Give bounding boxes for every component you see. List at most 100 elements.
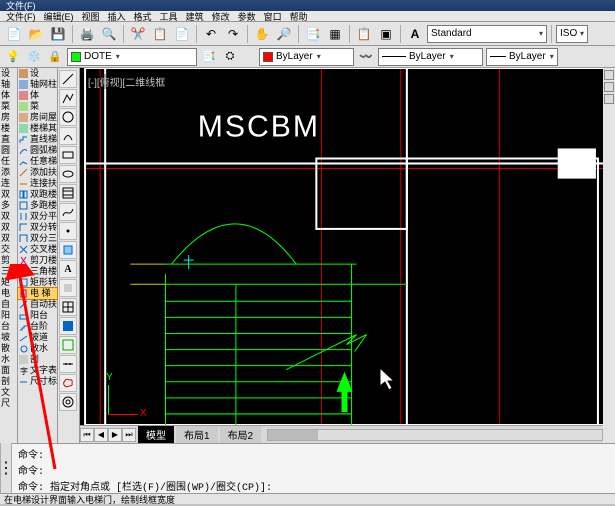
cat-item[interactable]: 双 <box>0 189 17 200</box>
layer-combo[interactable]: DOTE ▾ <box>67 48 197 66</box>
command-window[interactable]: 命令: 命令: 命令: 指定对角点或 [栏选(F)/圈围(WP)/圈交(CP)]… <box>12 443 615 493</box>
tab-layout1[interactable]: 布局1 <box>176 426 218 443</box>
print-icon[interactable]: 🖨️ <box>77 24 97 44</box>
tool-cross-stair[interactable]: 交叉楼梯 <box>18 244 57 255</box>
cat-item[interactable]: 双 <box>0 233 17 244</box>
text-tool-icon[interactable]: A <box>59 260 77 278</box>
tab-nav-first[interactable]: ⏮ <box>80 428 94 442</box>
linetype-icon[interactable]: 〰️ <box>357 48 375 66</box>
tool-escalator[interactable]: 自动扶梯 <box>18 299 57 310</box>
tool-multi-run[interactable]: 多跑楼梯 <box>18 200 57 211</box>
redo-icon[interactable]: ↷ <box>223 24 243 44</box>
tool-elevator[interactable]: 电 梯 <box>18 288 57 299</box>
cat-item[interactable]: 坡 <box>0 332 17 343</box>
menu-insert[interactable]: 插入 <box>108 10 126 23</box>
new-icon[interactable]: 📄 <box>4 24 24 44</box>
table-icon[interactable] <box>59 298 77 316</box>
polyline-icon[interactable] <box>59 89 77 107</box>
cat-item[interactable]: 连 <box>0 178 17 189</box>
block-icon[interactable]: ▣ <box>376 24 396 44</box>
cut-icon[interactable]: ✂️ <box>128 24 148 44</box>
tool-setup[interactable]: 设 <box>18 68 57 79</box>
cat-item[interactable]: 电 <box>0 288 17 299</box>
cat-item[interactable]: 尺 <box>0 398 17 409</box>
menu-param[interactable]: 参数 <box>238 10 256 23</box>
menu-help[interactable]: 帮助 <box>290 10 308 23</box>
menu-tools[interactable]: 工具 <box>160 10 178 23</box>
tool-triangle-stair[interactable]: 三角楼梯 <box>18 266 57 277</box>
divide-icon[interactable] <box>59 355 77 373</box>
save-icon[interactable]: 💾 <box>48 24 68 44</box>
menu-edit[interactable]: 编辑(E) <box>44 10 74 23</box>
tool-stair-misc[interactable]: 楼梯其他 <box>18 123 57 134</box>
cat-item[interactable]: 任 <box>0 156 17 167</box>
rect-icon[interactable] <box>59 146 77 164</box>
cat-item[interactable]: 矩 <box>0 277 17 288</box>
ellipse-icon[interactable] <box>59 165 77 183</box>
tool-room-roof[interactable]: 房间屋顶 <box>18 112 57 123</box>
cat-item[interactable]: 房 <box>0 112 17 123</box>
tool-menu[interactable]: 菜 <box>18 101 57 112</box>
cat-item[interactable]: 双 <box>0 211 17 222</box>
tab-layout2[interactable]: 布局2 <box>220 426 262 443</box>
tool-straight-stair[interactable]: 直线梯段 <box>18 134 57 145</box>
tool-add-handrail[interactable]: 添加扶手 <box>18 167 57 178</box>
block-insert-icon[interactable] <box>59 241 77 259</box>
h-scrollbar[interactable] <box>267 428 603 442</box>
tool-dual-run[interactable]: 双跑楼梯 <box>18 189 57 200</box>
tool-arc-stair[interactable]: 圆弧梯段 <box>18 145 57 156</box>
tool-balcony[interactable]: 阳台 <box>18 310 57 321</box>
cat-item[interactable]: 设 <box>0 68 17 79</box>
textstyle-combo[interactable]: Standard ▾ <box>427 25 547 43</box>
circle-icon[interactable] <box>59 108 77 126</box>
cat-item[interactable]: 双 <box>0 222 17 233</box>
paste-icon[interactable]: 📄 <box>172 24 192 44</box>
menu-modify[interactable]: 修改 <box>212 10 230 23</box>
navwheel-icon[interactable] <box>604 82 614 92</box>
lineweight-combo[interactable]: ByLayer ▾ <box>486 48 558 66</box>
tool-any-stair[interactable]: 任意梯段 <box>18 156 57 167</box>
cat-item[interactable]: 交 <box>0 244 17 255</box>
cat-item[interactable]: 台 <box>0 321 17 332</box>
tool-ramp[interactable]: 坡道 <box>18 332 57 343</box>
grid-icon[interactable]: ▦ <box>325 24 345 44</box>
spline-icon[interactable] <box>59 203 77 221</box>
undo-icon[interactable]: ↶ <box>201 24 221 44</box>
cat-item[interactable]: 剪 <box>0 255 17 266</box>
tab-nav-prev[interactable]: ◀ <box>94 428 108 442</box>
arc-icon[interactable] <box>59 127 77 145</box>
cat-item[interactable]: 散 <box>0 343 17 354</box>
tool-steps[interactable]: 台阶 <box>18 321 57 332</box>
boundary-icon[interactable] <box>59 336 77 354</box>
hatch-icon[interactable] <box>59 184 77 202</box>
layer-bulb-icon[interactable]: 💡 <box>4 48 22 66</box>
cat-item[interactable]: 阳 <box>0 310 17 321</box>
menu-window[interactable]: 窗口 <box>264 10 282 23</box>
layer-lock-icon[interactable]: 🔒 <box>46 48 64 66</box>
tool-text-table[interactable]: 字文字表格 <box>18 365 57 376</box>
cat-item[interactable]: 水 <box>0 354 17 365</box>
pan-mini-icon[interactable] <box>604 94 614 104</box>
menu-format[interactable]: 格式 <box>134 10 152 23</box>
tool-rect-corner[interactable]: 矩形转角 <box>18 277 57 288</box>
cat-item[interactable]: 自 <box>0 299 17 310</box>
viewport[interactable]: [-][俯视][二维线框 <box>80 68 603 425</box>
cat-item[interactable]: 体 <box>0 90 17 101</box>
layer-freeze-icon[interactable]: ❄️ <box>25 48 43 66</box>
props-icon[interactable]: 📋 <box>354 24 374 44</box>
cat-item[interactable]: 三 <box>0 266 17 277</box>
cmd-grip[interactable]: ⋮ <box>0 443 12 493</box>
tab-model[interactable]: 模型 <box>138 426 174 443</box>
cat-item[interactable]: 剖 <box>0 376 17 387</box>
tool-dual-parallel[interactable]: 双分平行 <box>18 211 57 222</box>
tool-link-handrail[interactable]: 连接扶手 <box>18 178 57 189</box>
cat-item[interactable]: 楼 <box>0 123 17 134</box>
tab-nav-next[interactable]: ▶ <box>108 428 122 442</box>
tool-apron[interactable]: 散水 <box>18 343 57 354</box>
tool-scissor-stair[interactable]: 剪刀楼梯 <box>18 255 57 266</box>
zoom-icon[interactable]: 🔎 <box>274 24 294 44</box>
tool-body[interactable]: 体 <box>18 90 57 101</box>
tab-nav-last[interactable]: ⏭ <box>122 428 136 442</box>
linetype-combo[interactable]: ByLayer ▾ <box>378 48 483 66</box>
cat-item[interactable]: 添 <box>0 167 17 178</box>
